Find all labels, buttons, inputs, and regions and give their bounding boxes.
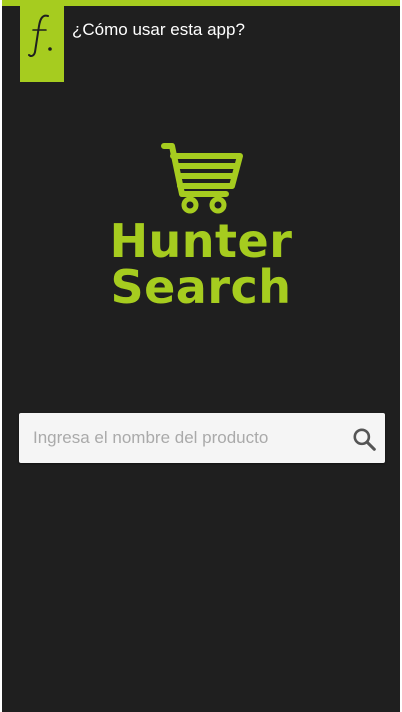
search-input[interactable] — [33, 413, 333, 463]
help-link[interactable]: ¿Cómo usar esta app? — [72, 20, 245, 40]
falabella-logo[interactable] — [20, 6, 64, 82]
search-bar — [19, 413, 385, 463]
app-title-line2: Search — [110, 260, 292, 314]
app-title: Hunter Search — [2, 218, 400, 310]
app-title-line1: Hunter — [109, 214, 293, 268]
shopping-cart-icon — [161, 143, 243, 214]
f-logo-icon — [28, 14, 52, 57]
app-screen: ¿Cómo usar esta app? Hunter Search — [2, 0, 400, 712]
search-icon[interactable] — [351, 426, 377, 452]
brand-hero: Hunter Search — [2, 138, 400, 328]
